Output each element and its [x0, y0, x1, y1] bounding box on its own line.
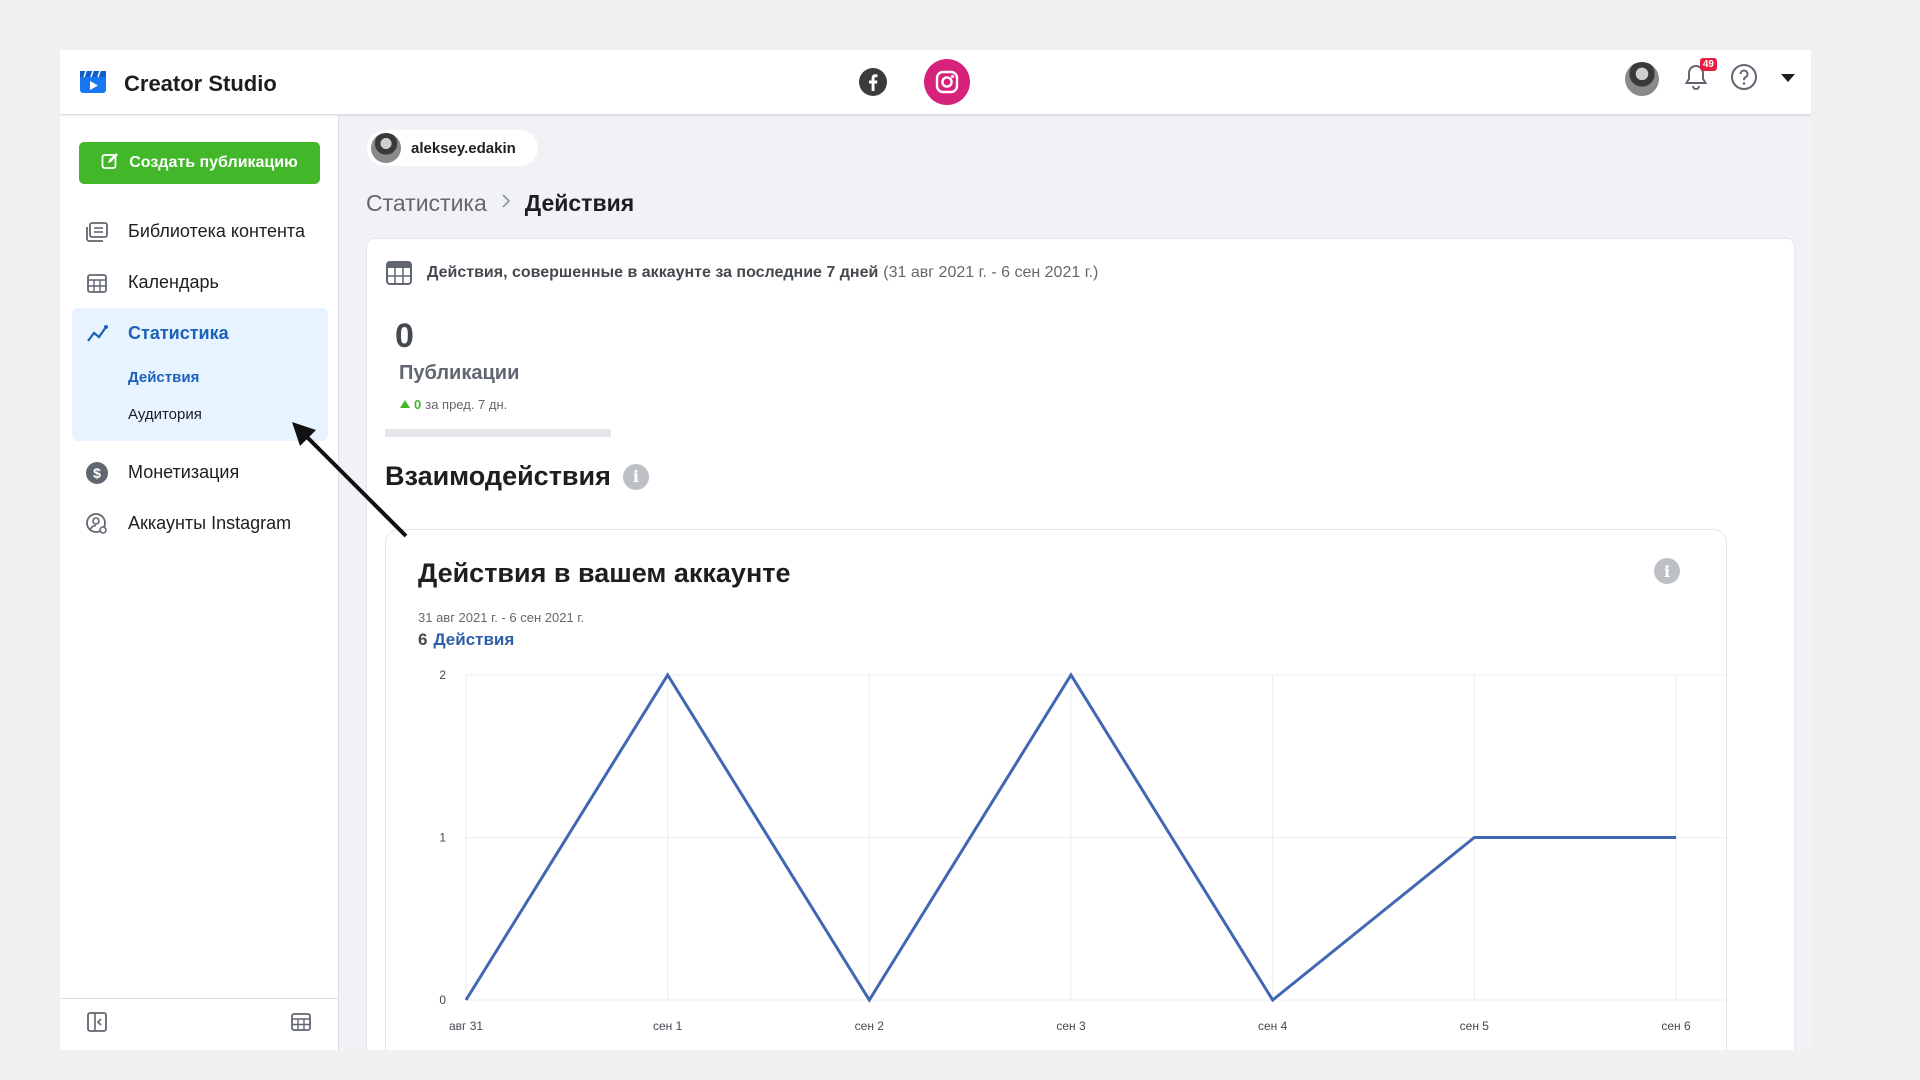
metric-value: 0 — [395, 317, 414, 355]
info-icon[interactable]: i — [622, 463, 649, 490]
sidebar-item-label: Аккаунты Instagram — [128, 513, 292, 533]
table-view-icon[interactable] — [290, 1011, 312, 1038]
collapse-sidebar-icon[interactable] — [86, 1011, 108, 1038]
app-window: Creator Studio 49 Создать публикацию Биб… — [60, 50, 1811, 1050]
x-tick-label: сен 3 — [1056, 1019, 1086, 1033]
account-chip[interactable]: aleksey.edakin — [367, 130, 538, 166]
sidebar-item-label: Статистика — [128, 323, 229, 343]
main-content: aleksey.edakin Статистика Действия Дейст… — [338, 114, 1811, 1050]
notification-badge: 49 — [1699, 58, 1717, 71]
top-bar: Creator Studio 49 — [60, 50, 1811, 115]
metric-delta: 0 за пред. 7 дн. — [399, 397, 519, 412]
annotation-arrow-icon — [292, 422, 408, 538]
activity-card: Действия, совершенные в аккаунте за посл… — [366, 238, 1795, 1050]
chart-panel: Действия в вашем аккаунте i 31 авг 2021 … — [385, 529, 1727, 1050]
account-name: aleksey.edakin — [411, 139, 516, 157]
create-post-button[interactable]: Создать публикацию — [79, 142, 320, 184]
sidebar-footer — [60, 998, 338, 1050]
sidebar-item-calendar[interactable]: Календарь — [72, 257, 328, 308]
creator-studio-logo-icon — [78, 66, 108, 101]
summary-heading-range: (31 авг 2021 г. - 6 сен 2021 г.) — [883, 264, 1099, 281]
calendar-table-icon — [385, 259, 413, 287]
dollar-icon: $ — [84, 460, 110, 486]
section-title-text: Взаимодействия — [385, 461, 611, 491]
instagram-icon[interactable] — [924, 59, 970, 105]
chart-panel-title: Действия в вашем аккаунте — [418, 558, 791, 588]
chart-total-value: 6 — [418, 630, 428, 649]
chevron-right-icon — [501, 192, 511, 215]
metric-label: Публикации — [399, 362, 520, 384]
x-tick-label: сен 6 — [1661, 1019, 1691, 1033]
sidebar-item-insights[interactable]: Статистика — [72, 308, 328, 359]
info-icon: i — [1654, 558, 1680, 584]
instagram-accounts-icon — [84, 511, 110, 537]
top-right-controls: 49 — [1625, 58, 1797, 96]
sidebar-item-content-library[interactable]: Библиотека контента — [72, 206, 328, 257]
sidebar: Создать публикацию Библиотека контента К… — [60, 114, 339, 1050]
help-button[interactable] — [1727, 62, 1761, 96]
account-avatar — [371, 133, 401, 163]
edit-icon — [101, 152, 129, 175]
svg-text:$: $ — [93, 465, 101, 481]
section-title: Взаимодействия i — [385, 461, 649, 492]
sidebar-item-label: Монетизация — [128, 462, 240, 482]
chart-date-range: 31 авг 2021 г. - 6 сен 2021 г. — [418, 610, 585, 625]
activity-line-chart: 0 1 2 авг 31 сен 1 сен 2 сен 3 сен 4 сен 5 сен 6 — [439, 668, 1726, 1033]
facebook-icon[interactable] — [850, 59, 896, 105]
x-tick-label: авг 31 — [449, 1019, 483, 1033]
create-post-label: Создать публикацию — [129, 154, 298, 171]
posts-metric: 0 Публикации 0 за пред. 7 дн. — [395, 317, 519, 412]
x-tick-label: сен 5 — [1460, 1019, 1490, 1033]
chart-total-label: Действия — [433, 630, 515, 649]
summary-heading: Действия, совершенные в аккаунте за посл… — [385, 259, 1098, 287]
calendar-icon — [84, 270, 110, 296]
brand[interactable]: Creator Studio — [78, 66, 277, 101]
metric-delta-value: 0 — [414, 397, 422, 412]
chart-info-button[interactable]: i — [1654, 558, 1680, 584]
triangle-up-icon — [399, 397, 414, 412]
account-menu-button[interactable] — [1779, 62, 1797, 96]
sidebar-item-label: Библиотека контента — [128, 221, 305, 241]
notifications-button[interactable]: 49 — [1679, 58, 1717, 96]
chart-total: 6 Действия — [418, 630, 514, 650]
profile-avatar[interactable] — [1625, 62, 1659, 96]
platform-switcher — [850, 59, 970, 105]
x-tick-label: сен 4 — [1258, 1019, 1288, 1033]
sidebar-item-label: Календарь — [128, 272, 219, 292]
y-tick-label: 2 — [439, 668, 446, 682]
caret-down-icon — [1780, 70, 1796, 88]
app-title: Creator Studio — [124, 70, 277, 96]
x-tick-label: сен 2 — [855, 1019, 885, 1033]
insights-icon — [84, 321, 110, 347]
metric-delta-text: за пред. 7 дн. — [425, 397, 508, 412]
breadcrumb: Статистика Действия — [366, 190, 634, 217]
breadcrumb-current: Действия — [524, 190, 635, 216]
sidebar-subitem-activity[interactable]: Действия — [72, 359, 328, 396]
y-tick-label: 1 — [439, 831, 446, 845]
summary-heading-text: Действия, совершенные в аккаунте за посл… — [427, 264, 879, 281]
content-library-icon — [84, 219, 110, 245]
x-tick-label: сен 1 — [653, 1019, 683, 1033]
metric-tab-indicator — [385, 429, 611, 437]
breadcrumb-parent[interactable]: Статистика — [366, 190, 487, 217]
question-icon — [1730, 63, 1758, 96]
y-tick-label: 0 — [439, 993, 446, 1007]
